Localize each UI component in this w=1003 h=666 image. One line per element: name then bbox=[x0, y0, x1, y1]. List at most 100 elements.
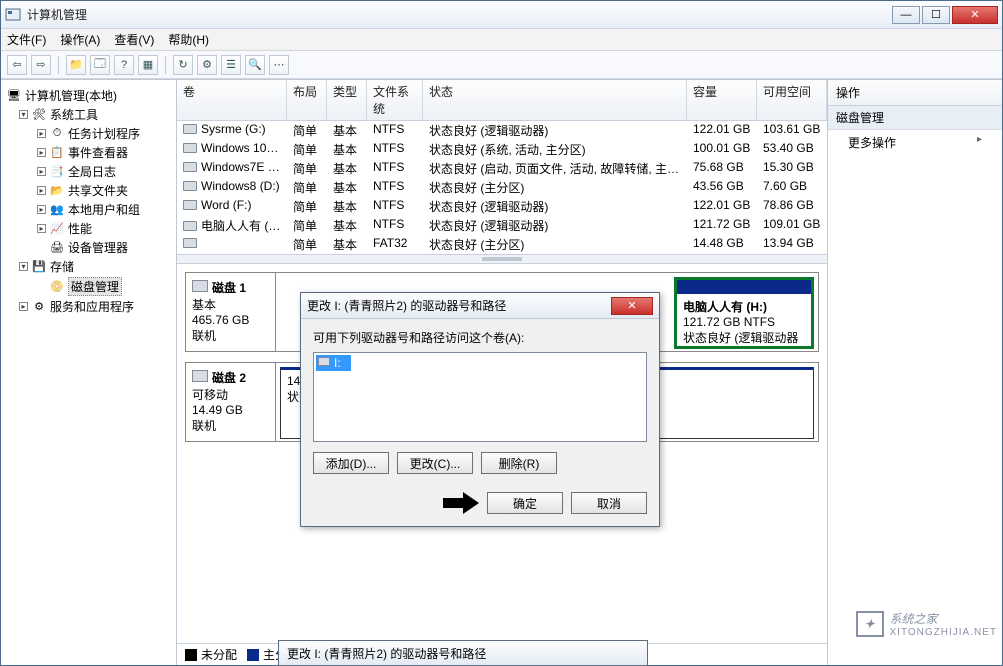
titlebar: 计算机管理 — ☐ ✕ bbox=[1, 1, 1002, 29]
volume-header bbox=[677, 280, 811, 294]
clock-icon: ⏱ bbox=[50, 127, 64, 141]
dialog-title: 更改 I: (青青照片2) 的驱动器号和路径 bbox=[307, 297, 611, 314]
col-capacity[interactable]: 容量 bbox=[687, 80, 757, 120]
expand-icon[interactable]: ▸ bbox=[37, 186, 46, 195]
collapse-icon[interactable]: ▾ bbox=[19, 110, 28, 119]
dialog-instruction: 可用下列驱动器号和路径访问这个卷(A): bbox=[313, 329, 647, 346]
forward-button[interactable]: ⇨ bbox=[31, 55, 51, 75]
tree-device-manager[interactable]: 🖨设备管理器 bbox=[5, 238, 172, 257]
volume-size: 121.72 GB NTFS bbox=[683, 315, 775, 329]
drive-letter-listbox[interactable]: I: bbox=[313, 352, 647, 442]
col-layout[interactable]: 布局 bbox=[287, 80, 327, 120]
menu-help[interactable]: 帮助(H) bbox=[168, 31, 209, 48]
toolbar: ⇦ ⇨ 📁 🗔 ? ▦ ↻ ⚙ ☰ 🔍 ⋯ bbox=[1, 51, 1002, 79]
disk-1-label: 磁盘 1 基本 465.76 GB 联机 bbox=[186, 273, 276, 351]
tree-local-users[interactable]: ▸👥本地用户和组 bbox=[5, 200, 172, 219]
taskbar-dialog-item[interactable]: 更改 I: (青青照片2) 的驱动器号和路径 bbox=[278, 640, 648, 666]
col-fs[interactable]: 文件系统 bbox=[367, 80, 423, 120]
disk-icon: 📀 bbox=[50, 280, 64, 294]
refresh-button[interactable]: ↻ bbox=[173, 55, 193, 75]
list-button[interactable]: ☰ bbox=[221, 55, 241, 75]
expand-icon[interactable]: ▸ bbox=[37, 129, 46, 138]
find-button[interactable]: 🔍 bbox=[245, 55, 265, 75]
tree-root[interactable]: 🖥计算机管理(本地) bbox=[5, 86, 172, 105]
remove-button[interactable]: 删除(R) bbox=[481, 452, 557, 474]
menu-file[interactable]: 文件(F) bbox=[7, 31, 46, 48]
dialog-titlebar: 更改 I: (青青照片2) 的驱动器号和路径 ✕ bbox=[301, 293, 659, 319]
actions-group[interactable]: 磁盘管理 bbox=[828, 106, 1002, 130]
drive-letter-item[interactable]: I: bbox=[316, 355, 351, 371]
col-free[interactable]: 可用空间 bbox=[757, 80, 827, 120]
volume-status: 状态良好 (逻辑驱动器 bbox=[683, 331, 798, 345]
expand-icon[interactable]: ▸ bbox=[37, 148, 46, 157]
collapse-icon[interactable]: ▾ bbox=[19, 262, 28, 271]
tree-storage[interactable]: ▾💾存储 bbox=[5, 257, 172, 276]
log-icon: 📑 bbox=[50, 165, 64, 179]
table-row[interactable]: 简单基本FAT32状态良好 (主分区)14.48 GB13.94 GB bbox=[177, 235, 827, 254]
drive-icon bbox=[318, 357, 330, 366]
expand-icon[interactable]: ▸ bbox=[19, 302, 28, 311]
ok-button[interactable]: 确定 bbox=[487, 492, 563, 514]
table-row[interactable]: Windows 10 (E:)简单基本NTFS状态良好 (系统, 活动, 主分区… bbox=[177, 140, 827, 159]
action-more[interactable]: 更多操作 bbox=[828, 130, 1002, 155]
tree-event-viewer[interactable]: ▸📋事件查看器 bbox=[5, 143, 172, 162]
tree-shared-folders[interactable]: ▸📂共享文件夹 bbox=[5, 181, 172, 200]
app-icon bbox=[5, 7, 21, 23]
view-button[interactable]: ▦ bbox=[138, 55, 158, 75]
storage-icon: 💾 bbox=[32, 260, 46, 274]
change-button[interactable]: 更改(C)... bbox=[397, 452, 473, 474]
table-row[interactable]: Windows8 (D:)简单基本NTFS状态良好 (主分区)43.56 GB7… bbox=[177, 178, 827, 197]
table-row[interactable]: 电脑人人有 (H:)简单基本NTFS状态良好 (逻辑驱动器)121.72 GB1… bbox=[177, 216, 827, 235]
expand-icon[interactable]: ▸ bbox=[37, 167, 46, 176]
menu-action[interactable]: 操作(A) bbox=[60, 31, 100, 48]
actions-header: 操作 bbox=[828, 80, 1002, 106]
help2-button[interactable]: ? bbox=[114, 55, 134, 75]
extra-button[interactable]: ⋯ bbox=[269, 55, 289, 75]
close-button[interactable]: ✕ bbox=[952, 6, 998, 24]
tree-performance[interactable]: ▸📈性能 bbox=[5, 219, 172, 238]
expand-icon[interactable]: ▸ bbox=[37, 205, 46, 214]
services-icon: ⚙ bbox=[32, 300, 46, 314]
table-row[interactable]: Sysrme (G:)简单基本NTFS状态良好 (逻辑驱动器)122.01 GB… bbox=[177, 121, 827, 140]
tree-system-tools[interactable]: ▾🛠系统工具 bbox=[5, 105, 172, 124]
settings-button[interactable]: ⚙ bbox=[197, 55, 217, 75]
disk-icon bbox=[192, 280, 208, 292]
table-row[interactable]: Windows7E (C:)简单基本NTFS状态良好 (启动, 页面文件, 活动… bbox=[177, 159, 827, 178]
folder-icon: 📂 bbox=[50, 184, 64, 198]
swatch-unallocated bbox=[185, 649, 197, 661]
expand-icon[interactable]: ▸ bbox=[37, 224, 46, 233]
event-icon: 📋 bbox=[50, 146, 64, 160]
drive-icon bbox=[183, 221, 197, 231]
nav-tree[interactable]: 🖥计算机管理(本地) ▾🛠系统工具 ▸⏱任务计划程序 ▸📋事件查看器 ▸📑全局日… bbox=[1, 80, 177, 665]
minimize-button[interactable]: — bbox=[892, 6, 920, 24]
tree-services-apps[interactable]: ▸⚙服务和应用程序 bbox=[5, 297, 172, 316]
col-type[interactable]: 类型 bbox=[327, 80, 367, 120]
tree-disk-management[interactable]: 📀磁盘管理 bbox=[5, 276, 172, 297]
add-button[interactable]: 添加(D)... bbox=[313, 452, 389, 474]
menubar: 文件(F) 操作(A) 查看(V) 帮助(H) bbox=[1, 29, 1002, 51]
dialog-close-button[interactable]: ✕ bbox=[611, 297, 653, 315]
col-status[interactable]: 状态 bbox=[423, 80, 687, 120]
splitter[interactable] bbox=[177, 254, 827, 264]
perf-icon: 📈 bbox=[50, 222, 64, 236]
drive-icon bbox=[183, 181, 197, 191]
volume-name: 电脑人人有 (H:) bbox=[683, 300, 767, 314]
back-button[interactable]: ⇦ bbox=[7, 55, 27, 75]
col-volume[interactable]: 卷 bbox=[177, 80, 287, 120]
props-button[interactable]: 🗔 bbox=[90, 55, 110, 75]
tree-global-logs[interactable]: ▸📑全局日志 bbox=[5, 162, 172, 181]
tree-task-scheduler[interactable]: ▸⏱任务计划程序 bbox=[5, 124, 172, 143]
cancel-button[interactable]: 取消 bbox=[571, 492, 647, 514]
drive-icon bbox=[183, 238, 197, 248]
swatch-primary bbox=[247, 649, 259, 661]
menu-view[interactable]: 查看(V) bbox=[114, 31, 154, 48]
table-row[interactable]: Word (F:)简单基本NTFS状态良好 (逻辑驱动器)122.01 GB78… bbox=[177, 197, 827, 216]
drive-icon bbox=[183, 200, 197, 210]
maximize-button[interactable]: ☐ bbox=[922, 6, 950, 24]
tools-icon: 🛠 bbox=[32, 108, 46, 122]
drive-icon bbox=[183, 143, 197, 153]
up-button[interactable]: 📁 bbox=[66, 55, 86, 75]
volume-grid-body[interactable]: Sysrme (G:)简单基本NTFS状态良好 (逻辑驱动器)122.01 GB… bbox=[177, 121, 827, 254]
volume-selected[interactable]: 电脑人人有 (H:) 121.72 GB NTFS 状态良好 (逻辑驱动器 bbox=[674, 277, 814, 349]
drive-icon bbox=[183, 124, 197, 134]
